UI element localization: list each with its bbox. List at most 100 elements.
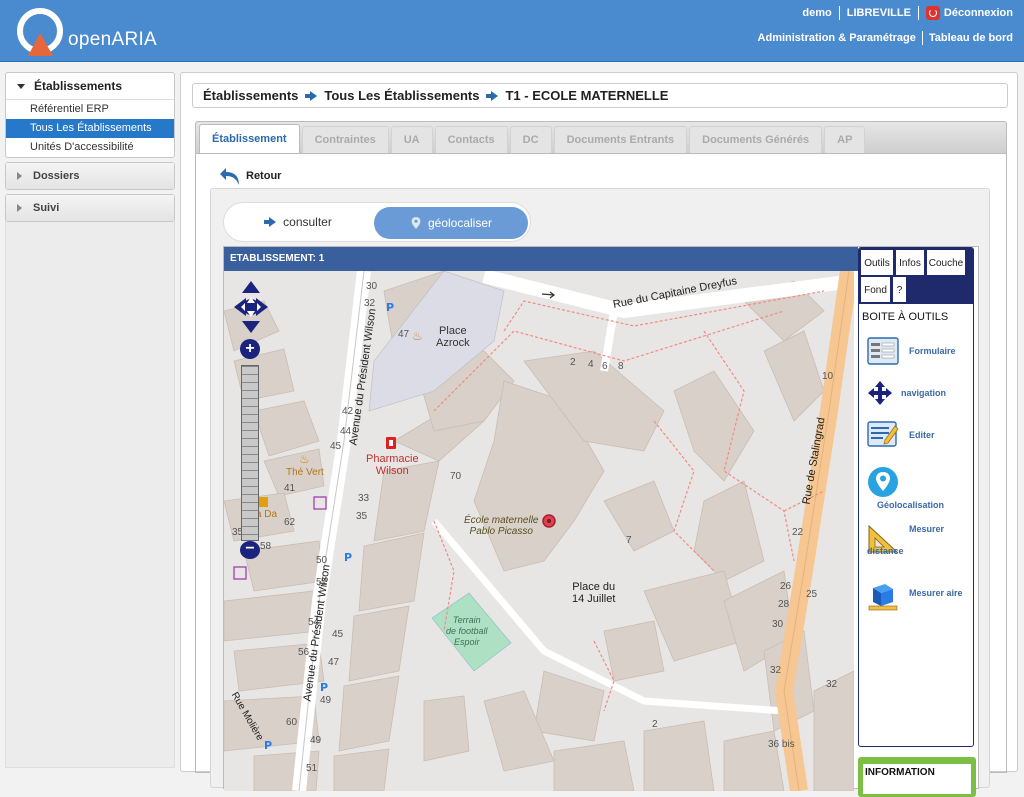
house-number: 30 <box>366 281 378 292</box>
fond-button[interactable]: Fond <box>860 276 891 303</box>
back-button[interactable]: Retour <box>219 165 281 187</box>
geolocation-icon <box>868 467 898 497</box>
house-number: 56 <box>298 647 310 658</box>
tab-documents-entrants[interactable]: Documents Entrants <box>553 126 688 153</box>
tool-navigation[interactable]: navigation <box>867 380 971 408</box>
house-number: 2 <box>652 719 658 730</box>
map-label-terrain: Terrain de football Espoir <box>446 615 488 647</box>
house-number: 32 <box>364 298 376 309</box>
house-number: 45 <box>330 441 342 452</box>
menu-dossiers-header[interactable]: Dossiers <box>6 163 174 189</box>
map-pin-icon <box>411 216 421 230</box>
admin-link[interactable]: Administration & Paramétrage <box>758 32 916 44</box>
house-number: 35 <box>356 511 368 522</box>
house-number: 2 <box>570 357 576 368</box>
infos-button[interactable]: Infos <box>895 249 925 276</box>
zoom-in-button[interactable]: + <box>240 339 260 359</box>
move-icon <box>868 381 892 405</box>
user-link[interactable]: demo <box>802 7 831 19</box>
house-number: 6 <box>602 361 608 372</box>
information-title[interactable]: INFORMATION <box>863 764 971 794</box>
tab-contacts[interactable]: Contacts <box>434 126 508 153</box>
house-number: 47 <box>328 657 340 668</box>
house-number: 62 <box>284 517 296 528</box>
arrow-right-icon <box>305 90 318 101</box>
map-title: ETABLISSEMENT: 1 <box>224 247 858 271</box>
tab-etablissement[interactable]: Établissement <box>199 124 300 153</box>
house-number: 70 <box>450 471 462 482</box>
house-number: 28 <box>778 599 790 610</box>
power-icon[interactable] <box>925 6 940 20</box>
house-number: 8 <box>618 361 624 372</box>
admin-nav: Administration & Paramétrage Tableau de … <box>758 31 1013 45</box>
zoom-out-button[interactable]: − <box>240 541 260 559</box>
menu-etablissements-items: Référentiel ERP Tous Les Établissements … <box>6 99 174 157</box>
map-canvas[interactable]: PPPP ♨ ♨ Place Azrock Rue du Capitaine Dr… <box>224 271 854 791</box>
form-icon <box>867 337 899 365</box>
menu-suivi-header[interactable]: Suivi <box>6 195 174 221</box>
tool-navigation-label: navigation <box>901 388 947 398</box>
house-number: 51 <box>306 763 318 774</box>
house-number: 32 <box>770 665 782 676</box>
house-number: 10 <box>822 371 834 382</box>
tab-contraintes[interactable]: Contraintes <box>301 126 389 153</box>
tab-ua[interactable]: UA <box>390 126 433 153</box>
collectivite-link[interactable]: LIBREVILLE <box>847 7 911 19</box>
consulter-button[interactable]: consulter <box>226 205 370 239</box>
menu-etablissements-header[interactable]: Établissements <box>6 73 174 99</box>
map-tiles: P P P P ♨ ♨ <box>224 271 854 791</box>
house-number: 60 <box>286 717 298 728</box>
house-number: 33 <box>358 493 370 504</box>
house-number: 36 bis <box>768 739 795 750</box>
map-label-ecole: École maternelle Pablo Picasso <box>464 515 539 537</box>
tab-ap[interactable]: AP <box>824 126 866 153</box>
sidebar-item-tous-etablissements[interactable]: Tous Les Établissements <box>6 119 174 138</box>
house-number: 49 <box>310 735 322 746</box>
menu-etablissements: Établissements Référentiel ERP Tous Les … <box>5 72 175 158</box>
svg-text:♨: ♨ <box>412 329 423 343</box>
breadcrumb-item[interactable]: Établissements <box>203 88 298 103</box>
main-content: Établissements Tous Les Établissements T… <box>180 72 1018 797</box>
menu-etablissements-title: Établissements <box>34 79 123 93</box>
couche-button[interactable]: Couche <box>926 249 966 276</box>
dashboard-link[interactable]: Tableau de bord <box>929 32 1013 44</box>
information-panel: INFORMATION <box>858 757 976 797</box>
tool-mesurer-aire[interactable]: Mesurer aire <box>867 580 971 614</box>
map-frame: ETABLISSEMENT: 1 P P P P ♨ ♨ Place Azroc… <box>223 246 979 797</box>
house-number: 4 <box>588 359 594 370</box>
tool-mesurer-distance-label-1: Mesurer <box>909 524 945 534</box>
breadcrumb-item[interactable]: Tous Les Établissements <box>324 88 479 103</box>
tab-documents-generes[interactable]: Documents Générés <box>689 126 823 153</box>
outils-button[interactable]: Outils <box>860 249 894 276</box>
pan-control[interactable] <box>232 279 270 335</box>
house-number: 30 <box>772 619 784 630</box>
menu-dossiers-title: Dossiers <box>33 170 80 182</box>
help-button[interactable]: ? <box>892 276 907 303</box>
sidebar-background <box>5 217 175 768</box>
user-nav: demo LIBREVILLE Déconnexion <box>802 6 1013 20</box>
breadcrumb: Établissements Tous Les Établissements T… <box>192 83 1008 108</box>
tool-geolocalisation[interactable]: Géolocalisation <box>867 466 971 510</box>
sidebar-item-unites-accessibilite[interactable]: Unités D'accessibilité <box>6 138 174 157</box>
breadcrumb-current: T1 - ECOLE MATERNELLE <box>505 88 669 103</box>
menu-dossiers[interactable]: Dossiers <box>5 162 175 190</box>
house-number: 25 <box>806 589 818 600</box>
map-label-place-azrock: Place Azrock <box>436 325 470 349</box>
house-number: 26 <box>780 581 792 592</box>
menu-suivi[interactable]: Suivi <box>5 194 175 222</box>
svg-text:P: P <box>386 301 394 314</box>
tool-formulaire[interactable]: Formulaire <box>867 336 971 368</box>
svg-text:P: P <box>264 739 272 752</box>
edit-icon <box>867 421 899 447</box>
tool-mesurer-distance[interactable]: Mesurer distance <box>867 524 971 568</box>
svg-text:♨: ♨ <box>299 452 310 466</box>
tab-dc[interactable]: DC <box>509 126 552 153</box>
sidebar-item-referentiel-erp[interactable]: Référentiel ERP <box>6 100 174 119</box>
tool-editer[interactable]: Editer <box>867 420 971 452</box>
house-number: 45 <box>332 629 344 640</box>
app-name: openARIA <box>68 29 158 50</box>
logout-link[interactable]: Déconnexion <box>944 7 1013 19</box>
zoom-slider[interactable] <box>241 365 259 541</box>
sidebar: Établissements Référentiel ERP Tous Les … <box>5 72 175 226</box>
geolocaliser-button[interactable]: géolocaliser <box>374 207 528 239</box>
